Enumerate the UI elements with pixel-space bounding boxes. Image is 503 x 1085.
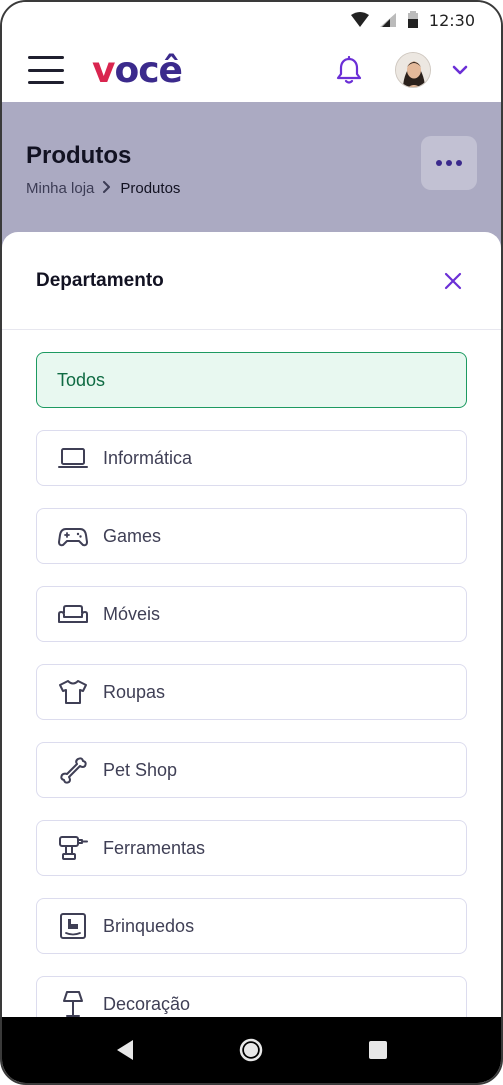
avatar[interactable] (395, 52, 431, 88)
department-sheet: Departamento Todos Informática Games Móv… (2, 232, 501, 1022)
option-label: Móveis (103, 603, 161, 624)
logo-text: ocê (114, 49, 182, 91)
sheet-title: Departamento (36, 269, 164, 291)
laptop-icon (57, 442, 89, 474)
recents-icon[interactable] (358, 1030, 398, 1070)
app-header: v ocê (2, 38, 501, 102)
department-options: Todos Informática Games Móveis Roupas Pe… (2, 330, 501, 1022)
breadcrumb-item-home[interactable]: Minha loja (26, 180, 94, 197)
option-brinquedos[interactable]: Brinquedos (36, 898, 467, 954)
more-options-button[interactable] (421, 136, 477, 190)
close-icon[interactable] (439, 267, 467, 295)
option-label: Roupas (103, 681, 166, 702)
option-decoracao[interactable]: Decoração (36, 976, 467, 1022)
option-label: Pet Shop (103, 759, 178, 780)
option-label: Informática (103, 447, 193, 468)
chevron-down-icon[interactable] (445, 55, 475, 85)
shirt-icon (57, 676, 89, 708)
sheet-header: Departamento (2, 232, 501, 330)
notification-bell-icon[interactable] (333, 54, 365, 86)
chevron-right-icon (102, 180, 112, 197)
battery-icon (407, 11, 419, 29)
logo-v: v (92, 49, 115, 91)
page-header: Produtos Minha loja Produtos (2, 102, 501, 252)
option-label: Ferramentas (103, 837, 206, 858)
option-games[interactable]: Games (36, 508, 467, 564)
wifi-icon (350, 12, 369, 28)
hamburger-menu-icon[interactable] (28, 56, 64, 84)
option-informatica[interactable]: Informática (36, 430, 467, 486)
device-frame: 12:30 v ocê Produtos Minha loja Produtos… (0, 0, 503, 1085)
option-label: Games (103, 525, 162, 546)
option-ferramentas[interactable]: Ferramentas (36, 820, 467, 876)
status-time: 12:30 (428, 10, 475, 30)
back-icon[interactable] (105, 1030, 145, 1070)
gamepad-icon (57, 520, 89, 552)
option-todos[interactable]: Todos (36, 352, 467, 408)
logo[interactable]: v ocê (92, 49, 183, 91)
option-roupas[interactable]: Roupas (36, 664, 467, 720)
option-label: Todos (57, 369, 106, 390)
status-bar: 12:30 (2, 2, 501, 38)
lamp-icon (57, 988, 89, 1020)
rocking-horse-icon (57, 910, 89, 942)
breadcrumb: Minha loja Produtos (26, 180, 180, 197)
option-label: Decoração (103, 993, 191, 1014)
breadcrumb-item-current: Produtos (120, 180, 181, 197)
drill-icon (57, 832, 89, 864)
signal-icon (379, 12, 397, 28)
system-navigation-bar (2, 1017, 501, 1083)
option-label: Brinquedos (103, 915, 195, 936)
home-icon[interactable] (231, 1030, 271, 1070)
sofa-icon (57, 598, 89, 630)
page-title: Produtos (26, 142, 132, 169)
option-moveis[interactable]: Móveis (36, 586, 467, 642)
option-pet-shop[interactable]: Pet Shop (36, 742, 467, 798)
bone-icon (57, 754, 89, 786)
